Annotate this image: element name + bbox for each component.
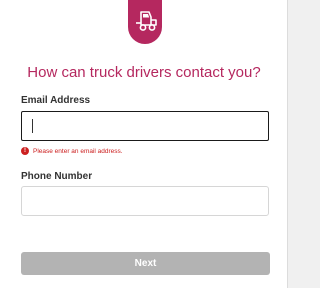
phone-field[interactable] [21,186,269,216]
phone-label: Phone Number [21,171,93,182]
email-error: ! Please enter an email address. [21,146,123,156]
alert-circle-icon: ! [21,147,29,155]
next-button[interactable]: Next [21,252,270,275]
brand-logo [128,0,162,44]
truck-icon [136,11,157,31]
email-field[interactable] [21,111,269,141]
email-error-text: Please enter an email address. [33,147,123,155]
email-label: Email Address [21,95,91,106]
text-cursor [32,119,33,133]
page-title: How can truck drivers contact you? [27,64,261,81]
form-card: How can truck drivers contact you? Email… [0,0,288,288]
